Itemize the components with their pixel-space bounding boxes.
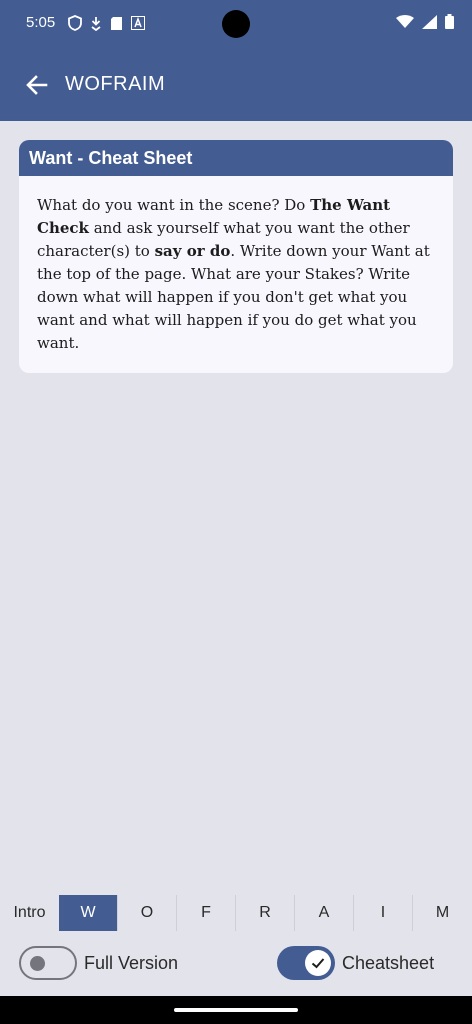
card-bold-text: say or do (154, 242, 231, 260)
step-tabs: Intro W O F R A I M (0, 895, 472, 931)
full-version-switch[interactable] (19, 946, 77, 980)
camera-cutout (222, 10, 250, 38)
app-title: WOFRAIM (65, 73, 166, 95)
tab-f[interactable]: F (177, 895, 236, 931)
tab-intro[interactable]: Intro (0, 895, 59, 931)
battery-icon (445, 14, 454, 29)
card-body: What do you want in the scene? Do The Wa… (19, 176, 453, 355)
check-icon (311, 958, 325, 969)
status-icons-left (68, 15, 145, 31)
navigation-bar (0, 996, 472, 1024)
sd-card-icon (111, 16, 122, 30)
cheatsheet-switch[interactable] (277, 946, 335, 980)
switch-knob (30, 956, 45, 971)
status-bar: 5:05 (0, 0, 472, 48)
app-bar: WOFRAIM (0, 48, 472, 121)
wifi-icon (396, 14, 414, 28)
font-icon (131, 16, 145, 30)
status-time: 5:05 (26, 14, 56, 31)
card-title: Want - Cheat Sheet (19, 140, 453, 176)
status-icons-right (396, 14, 454, 29)
tab-m[interactable]: M (413, 895, 472, 931)
arrow-back-icon (26, 75, 48, 95)
full-version-label: Full Version (84, 953, 179, 973)
cheatsheet-label: Cheatsheet (342, 953, 435, 973)
tab-r[interactable]: R (236, 895, 295, 931)
shield-icon (68, 15, 82, 31)
home-handle[interactable] (174, 1008, 298, 1012)
toggle-row: Full Version Cheatsheet (0, 944, 472, 984)
signal-icon (422, 14, 437, 29)
switch-knob (305, 950, 331, 976)
back-button[interactable] (22, 70, 52, 100)
cheat-sheet-card: Want - Cheat Sheet What do you want in t… (19, 140, 453, 373)
tab-o[interactable]: O (118, 895, 177, 931)
download-icon (91, 16, 101, 31)
tab-w[interactable]: W (59, 895, 118, 931)
card-text: What do you want in the scene? Do (37, 196, 311, 214)
tab-a[interactable]: A (295, 895, 354, 931)
tab-i[interactable]: I (354, 895, 413, 931)
